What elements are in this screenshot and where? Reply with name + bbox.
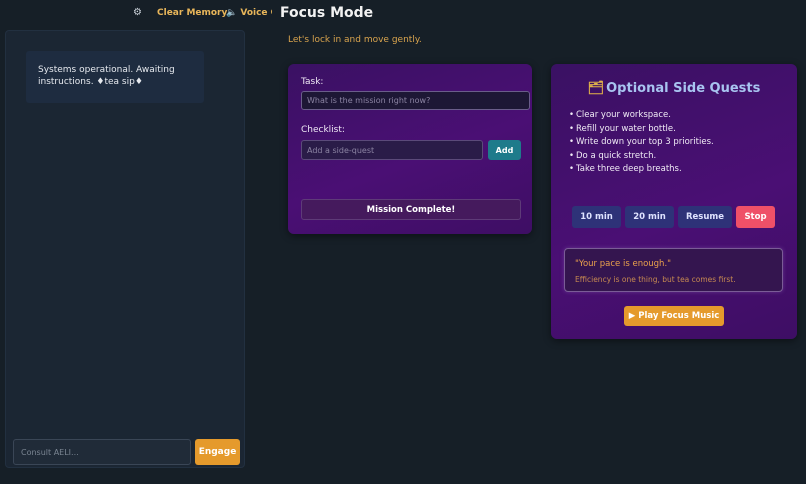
timer-20-button[interactable]: 20 min	[625, 206, 674, 228]
chat-panel: Systems operational. Awaiting instructio…	[5, 30, 245, 468]
list-item: Clear your workspace.	[569, 109, 714, 123]
task-card: Task: Checklist: Add Mission Complete!	[288, 64, 532, 234]
task-input[interactable]	[301, 91, 530, 110]
speaker-icon: 🔈	[226, 8, 238, 18]
chat-message: Systems operational. Awaiting instructio…	[26, 51, 204, 103]
list-item: Do a quick stretch.	[569, 150, 714, 164]
timer-10-button[interactable]: 10 min	[572, 206, 621, 228]
side-quest-list: Clear your workspace. Refill your water …	[569, 109, 714, 177]
checklist-label: Checklist:	[301, 125, 345, 135]
gear-icon[interactable]: ⚙	[133, 7, 142, 18]
list-item: Write down your top 3 priorities.	[569, 136, 714, 150]
resume-button[interactable]: Resume	[678, 206, 732, 228]
side-quests-title-text: Optional Side Quests	[606, 81, 761, 96]
list-item: Refill your water bottle.	[569, 123, 714, 137]
play-icon: ▶	[628, 311, 636, 321]
top-bar: ⚙ Clear Memory 🔈 Voice On Focus Mode	[0, 0, 806, 28]
side-quests-card: 🗂Optional Side Quests Clear your workspa…	[551, 64, 797, 339]
add-button[interactable]: Add	[488, 140, 521, 160]
play-focus-music-button[interactable]: ▶ Play Focus Music	[624, 306, 724, 326]
quote-box: "Your pace is enough." Efficiency is one…	[564, 248, 783, 292]
list-item: Take three deep breaths.	[569, 163, 714, 177]
voice-label: Voice On	[240, 8, 272, 18]
engage-button[interactable]: Engage	[195, 439, 240, 465]
mission-complete-button[interactable]: Mission Complete!	[301, 199, 521, 220]
side-quests-title: 🗂 Optional Side Quests	[551, 81, 797, 96]
chat-input[interactable]	[13, 439, 191, 465]
folder-icon: 🗂	[587, 81, 605, 96]
page-title: Focus Mode	[280, 5, 374, 21]
play-focus-music-label: Play Focus Music	[638, 311, 720, 321]
quote-subtext: Efficiency is one thing, but tea comes f…	[575, 275, 736, 284]
stop-button[interactable]: Stop	[736, 206, 775, 228]
voice-toggle[interactable]: 🔈 Voice On	[226, 8, 272, 18]
clear-memory-button[interactable]: Clear Memory	[157, 8, 227, 18]
quote-text: "Your pace is enough."	[575, 259, 672, 269]
task-label: Task:	[301, 77, 324, 87]
side-quest-input[interactable]	[301, 140, 483, 160]
page-subtitle: Let's lock in and move gently.	[288, 35, 422, 45]
